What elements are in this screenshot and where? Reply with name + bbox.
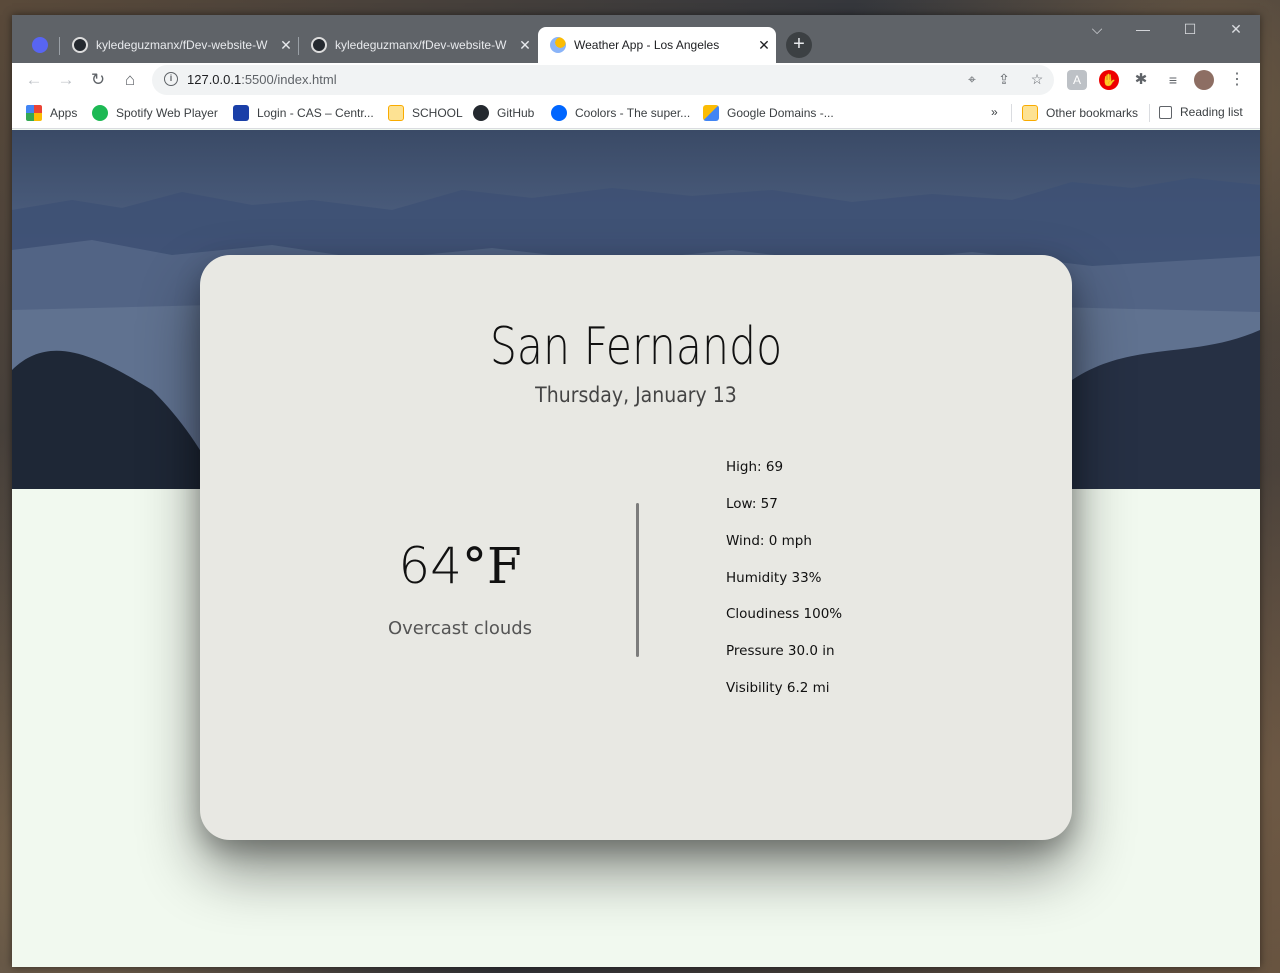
tab-title: Weather App - Los Angeles (574, 38, 720, 52)
stat-pressure: Pressure 30.0 in (726, 643, 835, 659)
stat-wind: Wind: 0 mph (726, 533, 812, 549)
tab-strip: kyledeguzmanx/fDev-website-W ✕ kyledeguz… (12, 15, 1260, 63)
cas-icon (233, 105, 249, 121)
bookmarks-overflow[interactable]: » (991, 105, 998, 119)
back-arrow-icon[interactable]: ← (23, 69, 45, 91)
tab-title: kyledeguzmanx/fDev-website-W (96, 38, 268, 52)
url-host: 127.0.0.1 (187, 72, 242, 87)
extension-icon[interactable]: A (1067, 70, 1087, 90)
bookmark-label: GitHub (497, 106, 535, 120)
weather-icon (550, 37, 566, 53)
stat-low: Low: 57 (726, 496, 778, 512)
stat-high: High: 69 (726, 459, 784, 475)
bookmark-star-icon[interactable]: ☆ (1028, 71, 1046, 88)
bookmark-coolors[interactable]: Coolors - The super... (551, 105, 690, 121)
browser-toolbar: ← → ↻ ⌂ i 127.0.0.1:5500/index.html ⌖ ⇪ … (12, 63, 1260, 97)
stat-visibility: Visibility 6.2 mi (726, 680, 830, 696)
temperature-value: 64 (398, 537, 462, 595)
close-tab-icon[interactable]: ✕ (517, 37, 533, 54)
temperature-unit: °F (461, 537, 522, 595)
adblock-icon[interactable]: ✋ (1099, 70, 1119, 90)
site-info-icon[interactable]: i (164, 72, 178, 86)
close-tab-icon[interactable]: ✕ (756, 37, 772, 54)
tab-github-1[interactable]: kyledeguzmanx/fDev-website-W ✕ (60, 27, 298, 63)
bookmark-cas-login[interactable]: Login - CAS – Centr... (233, 105, 374, 121)
tab-title: kyledeguzmanx/fDev-website-W (335, 38, 507, 52)
tab-weather-app[interactable]: Weather App - Los Angeles ✕ (538, 27, 776, 63)
coolors-icon (551, 105, 567, 121)
home-icon[interactable]: ⌂ (119, 69, 141, 91)
stat-cloudiness: Cloudiness 100% (726, 606, 843, 622)
share-icon[interactable]: ⇪ (995, 71, 1013, 88)
puzzle-extensions-icon[interactable]: ✱ (1131, 70, 1151, 90)
other-bookmarks[interactable]: Other bookmarks (1022, 105, 1138, 121)
new-tab-button[interactable]: + (786, 32, 812, 58)
spotify-icon (92, 105, 108, 121)
close-tab-icon[interactable]: ✕ (278, 37, 294, 54)
weather-card: San Fernando Thursday, January 13 64°F O… (200, 255, 1072, 840)
folder-icon (388, 105, 404, 121)
page-content: San Fernando Thursday, January 13 64°F O… (12, 130, 1260, 967)
bookmark-label: SCHOOL (412, 106, 463, 120)
folder-icon (1022, 105, 1038, 121)
bookmarks-bar: Apps Spotify Web Player Login - CAS – Ce… (12, 97, 1260, 129)
address-bar[interactable]: i 127.0.0.1:5500/index.html ⌖ ⇪ ☆ (152, 65, 1054, 95)
reading-list[interactable]: Reading list (1159, 105, 1243, 119)
location-pin-icon[interactable]: ⌖ (963, 71, 981, 88)
temperature: 64°F (360, 537, 560, 595)
minimize-icon[interactable]: — (1128, 21, 1158, 37)
bookmark-label: Other bookmarks (1046, 106, 1139, 120)
github-icon (72, 37, 88, 53)
github-icon (473, 105, 489, 121)
maximize-icon[interactable]: ☐ (1175, 21, 1205, 38)
reload-icon[interactable]: ↻ (87, 69, 109, 91)
tab-discord[interactable] (20, 27, 58, 63)
bookmark-label: Reading list (1180, 105, 1243, 119)
bookmark-spotify[interactable]: Spotify Web Player (92, 105, 218, 121)
google-domains-icon (703, 105, 719, 121)
bookmark-github[interactable]: GitHub (473, 105, 534, 121)
menu-kebab-icon[interactable]: ⋮ (1227, 70, 1247, 90)
bookmark-label: Google Domains -... (727, 106, 834, 120)
bookmark-label: Spotify Web Player (116, 106, 218, 120)
bookmark-school-folder[interactable]: SCHOOL (388, 105, 463, 121)
bookmark-label: Apps (50, 106, 78, 120)
weather-description: Overcast clouds (387, 618, 533, 639)
bookmark-label: Coolors - The super... (575, 106, 691, 120)
vertical-divider (636, 503, 639, 657)
forward-arrow-icon[interactable]: → (55, 69, 77, 91)
url-path: :5500/index.html (241, 72, 337, 87)
url-text: 127.0.0.1:5500/index.html (187, 72, 337, 87)
bookmark-apps[interactable]: Apps (26, 105, 77, 121)
discord-icon (32, 37, 48, 53)
close-window-icon[interactable]: ✕ (1221, 21, 1251, 38)
browser-window: kyledeguzmanx/fDev-website-W ✕ kyledeguz… (12, 15, 1260, 967)
chevron-down-icon[interactable]: ⌵ (1082, 21, 1112, 38)
apps-grid-icon (26, 105, 42, 121)
media-control-icon[interactable]: ≡ (1163, 70, 1183, 90)
profile-avatar[interactable] (1194, 70, 1214, 90)
tab-github-2[interactable]: kyledeguzmanx/fDev-website-W ✕ (299, 27, 537, 63)
bookmark-separator (1011, 104, 1012, 122)
reading-list-icon (1159, 105, 1172, 119)
current-date: Thursday, January 13 (535, 383, 737, 407)
github-icon (311, 37, 327, 53)
city-name: San Fernando (489, 317, 783, 377)
stat-humidity: Humidity 33% (726, 570, 822, 586)
bookmark-separator (1149, 104, 1150, 122)
bookmark-label: Login - CAS – Centr... (257, 106, 374, 120)
bookmark-google-domains[interactable]: Google Domains -... (703, 105, 834, 121)
